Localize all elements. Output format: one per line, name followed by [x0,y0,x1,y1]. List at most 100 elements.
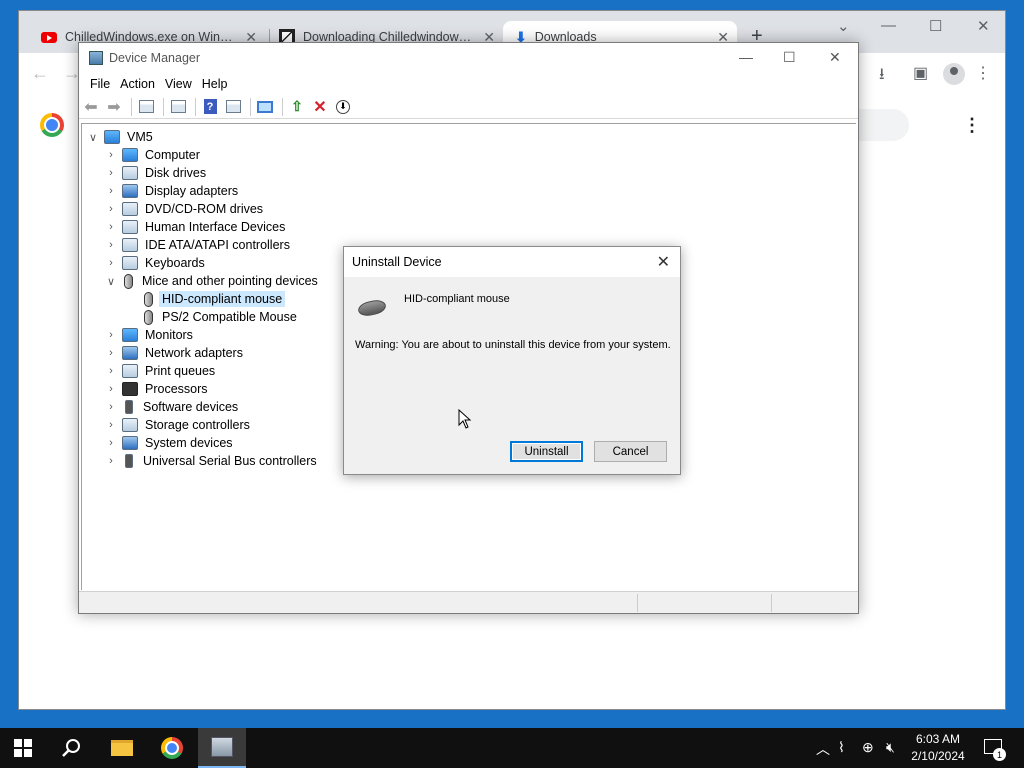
category-disk-drives[interactable]: › Disk drives [86,164,321,182]
forward-arrow-icon[interactable]: ➡ [104,97,124,117]
chevron-right-icon[interactable]: › [104,365,118,377]
category-label: Storage controllers [145,418,250,432]
kebab-menu-icon[interactable]: ⋮ [975,63,991,83]
category-dvd-cd-rom-drives[interactable]: › DVD/CD-ROM drives [86,200,321,218]
category-mice[interactable]: ∨ Mice and other pointing devices [86,272,321,290]
chevron-right-icon[interactable]: › [104,185,118,197]
category-usb-controllers[interactable]: › Universal Serial Bus controllers [86,452,321,470]
device-manager-titlebar: Device Manager — ☐ ✕ [79,43,858,73]
dvd-drive-icon [122,202,138,216]
toolbar-separator [195,97,196,116]
chevron-down-icon[interactable]: ∨ [104,275,118,288]
chevron-right-icon[interactable]: › [104,221,118,233]
category-display-adapters[interactable]: › Display adapters [86,182,321,200]
search-icon[interactable] [60,737,82,759]
tree-root[interactable]: ∨ VM5 [86,128,321,146]
chevron-right-icon[interactable]: › [104,167,118,179]
chevron-right-icon[interactable]: › [104,239,118,251]
menu-file[interactable]: File [85,77,115,91]
help-icon[interactable]: ? [200,97,220,117]
taskbar: ︿ ⌇ ⊕ 🔇︎ 6:03 AM 2/10/2024 1 [0,728,1024,768]
maximize-button[interactable]: ☐ [783,49,796,66]
chevron-right-icon[interactable]: › [104,329,118,341]
chevron-right-icon[interactable]: › [104,149,118,161]
chevron-down-icon[interactable]: ∨ [86,131,100,144]
disk-drive-icon [122,166,138,180]
category-label: System devices [145,436,233,450]
profile-avatar-icon[interactable] [943,63,965,85]
chevron-right-icon[interactable]: › [104,383,118,395]
category-label: Computer [145,148,200,162]
toolbar-separator [282,97,283,116]
close-button[interactable]: ✕ [977,17,990,35]
device-hid-compliant-mouse[interactable]: HID-compliant mouse [86,290,321,308]
update-driver-icon[interactable]: ⇧ [287,97,307,117]
category-label: Human Interface Devices [145,220,286,234]
category-print-queues[interactable]: › Print queues [86,362,321,380]
back-arrow-icon[interactable]: ⬅ [81,97,101,117]
system-device-icon [122,436,138,450]
category-keyboards[interactable]: › Keyboards [86,254,321,272]
chevron-right-icon[interactable]: › [104,455,118,467]
category-storage-controllers[interactable]: › Storage controllers [86,416,321,434]
minimize-button[interactable]: — [739,49,753,65]
chevron-right-icon[interactable]: › [104,401,118,413]
display-adapter-icon [122,184,138,198]
minimize-button[interactable]: — [881,17,896,34]
chrome-taskbar-button[interactable] [148,728,196,768]
category-processors[interactable]: › Processors [86,380,321,398]
youtube-icon [41,31,57,43]
chrome-logo-icon [40,113,64,137]
scan-hardware-icon[interactable] [255,97,275,117]
uninstall-button[interactable]: Uninstall [510,441,583,462]
computer-icon [104,130,120,144]
download-icon[interactable]: ⭳ [879,63,885,90]
category-software-devices[interactable]: › Software devices [86,398,321,416]
menu-action[interactable]: Action [115,77,160,91]
toolbar-separator [163,97,164,116]
side-panel-icon[interactable]: ▣ [913,63,928,83]
uninstall-device-icon[interactable]: ✕ [310,97,330,117]
globe-icon[interactable]: ⊕ [862,739,874,756]
disable-device-icon[interactable]: ⬇ [333,97,353,117]
category-system-devices[interactable]: › System devices [86,434,321,452]
toolbar-separator [250,97,251,116]
category-label: Print queues [145,364,216,378]
chevron-right-icon[interactable]: › [104,257,118,269]
action-pane-icon[interactable] [223,97,243,117]
category-label: IDE ATA/ATAPI controllers [145,238,290,252]
chevron-right-icon[interactable]: › [104,203,118,215]
properties-icon[interactable] [168,97,188,117]
tree-root-label: VM5 [127,130,153,144]
menu-help[interactable]: Help [197,77,233,91]
toolbar-separator [131,97,132,116]
speaker-muted-icon[interactable]: 🔇︎ [886,739,895,756]
category-network-adapters[interactable]: › Network adapters [86,344,321,362]
chevron-up-icon[interactable]: ︿ [816,739,830,759]
device-ps2-compatible-mouse[interactable]: PS/2 Compatible Mouse [86,308,321,326]
close-icon[interactable]: ✕ [657,252,670,272]
show-hide-console-tree-icon[interactable] [136,97,156,117]
windows-start-icon[interactable] [14,739,32,757]
category-computer[interactable]: › Computer [86,146,321,164]
clock-time: 6:03 AM [915,732,961,746]
close-button[interactable]: ✕ [829,49,841,66]
chevron-right-icon[interactable]: › [104,437,118,449]
chevron-right-icon[interactable]: › [104,347,118,359]
network-disconnected-icon[interactable]: ⌇ [838,739,845,756]
menu-view[interactable]: View [160,77,197,91]
device-manager-taskbar-button[interactable] [198,728,246,768]
maximize-button[interactable]: ☐ [929,17,942,35]
back-arrow-icon[interactable]: ← [31,63,49,84]
chevron-right-icon[interactable]: › [104,419,118,431]
chevron-down-icon[interactable]: ⌄ [837,17,850,35]
more-options-icon[interactable]: ⋮ [963,115,981,136]
cancel-button[interactable]: Cancel [594,441,667,462]
taskbar-clock[interactable]: 6:03 AM 2/10/2024 [908,731,968,765]
category-ide-ata-atapi-controllers[interactable]: › IDE ATA/ATAPI controllers [86,236,321,254]
category-monitors[interactable]: › Monitors [86,326,321,344]
file-explorer-taskbar-button[interactable] [98,728,146,768]
category-label: Network adapters [145,346,243,360]
monitor-icon [122,328,138,342]
category-human-interface-devices[interactable]: › Human Interface Devices [86,218,321,236]
